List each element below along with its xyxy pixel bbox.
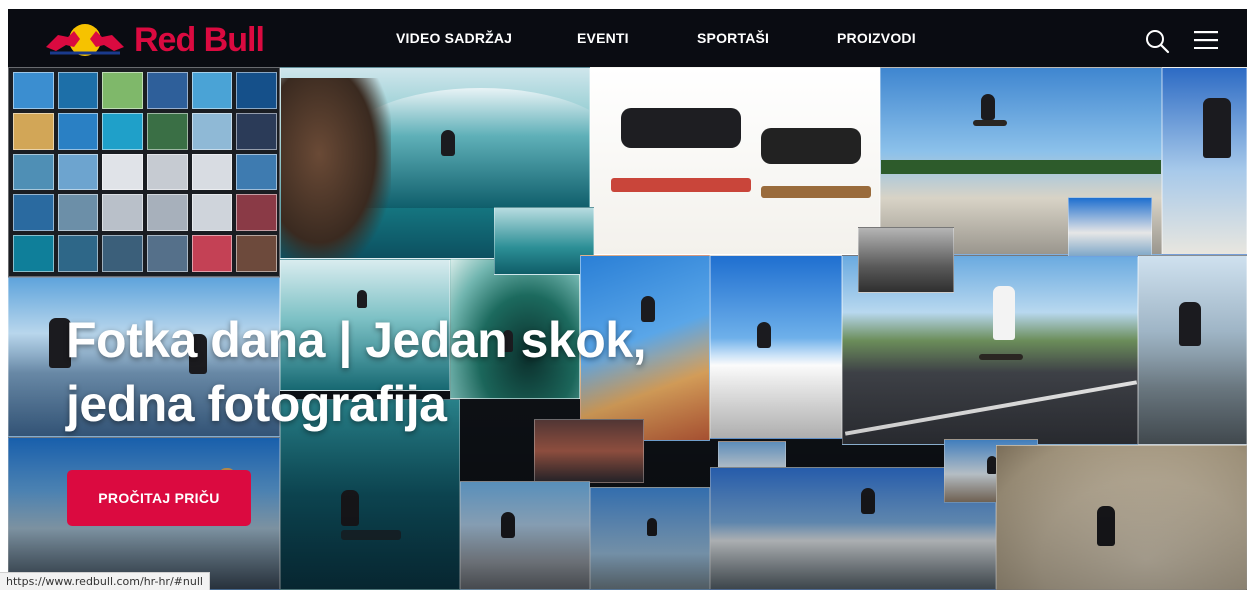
top-navigation: Red Bull VIDEO SADRŽAJ EVENTI SPORTAŠI P… — [8, 9, 1247, 67]
page: Red Bull VIDEO SADRŽAJ EVENTI SPORTAŠI P… — [8, 9, 1247, 590]
status-bar-url: https://www.redbull.com/hr-hr/#null — [0, 572, 210, 590]
brand-name: Red Bull — [134, 21, 265, 59]
read-story-button[interactable]: PROČITAJ PRIČU — [67, 470, 251, 526]
nav-sportasi[interactable]: SPORTAŠI — [697, 30, 769, 46]
search-icon[interactable] — [1145, 29, 1171, 60]
hero-headline-line-1: Fotka dana | Jedan skok, — [66, 312, 646, 368]
nav-video-sadrzaj[interactable]: VIDEO SADRŽAJ — [396, 30, 512, 46]
hero-photo-bowl-air — [1068, 197, 1152, 257]
hero-photo-skater-right — [1162, 67, 1247, 255]
brand-logo[interactable]: Red Bull — [44, 20, 265, 60]
nav-proizvodi[interactable]: PROIZVODI — [837, 30, 916, 46]
hero-photo-thumbnail-grid — [8, 67, 280, 277]
hero-photo-skater-gap — [1138, 255, 1247, 445]
nav-eventi[interactable]: EVENTI — [577, 30, 629, 46]
hero-photo-street-bw — [858, 227, 954, 293]
hero-headline[interactable]: Fotka dana | Jedan skok, jedna fotografi… — [66, 308, 756, 436]
hero-photo-concrete-wall — [996, 445, 1247, 590]
hero-photo-skater-bowl-wide — [460, 481, 590, 590]
hero-headline-line-2: jedna fotografija — [66, 376, 447, 432]
hero-photo-skate-shoes — [590, 67, 880, 255]
hero-photo-small-wave — [494, 207, 594, 275]
red-bull-logo-icon — [46, 24, 124, 56]
hamburger-menu-icon[interactable] — [1194, 31, 1218, 54]
hero-photo-blue-sky-trick — [590, 487, 710, 590]
